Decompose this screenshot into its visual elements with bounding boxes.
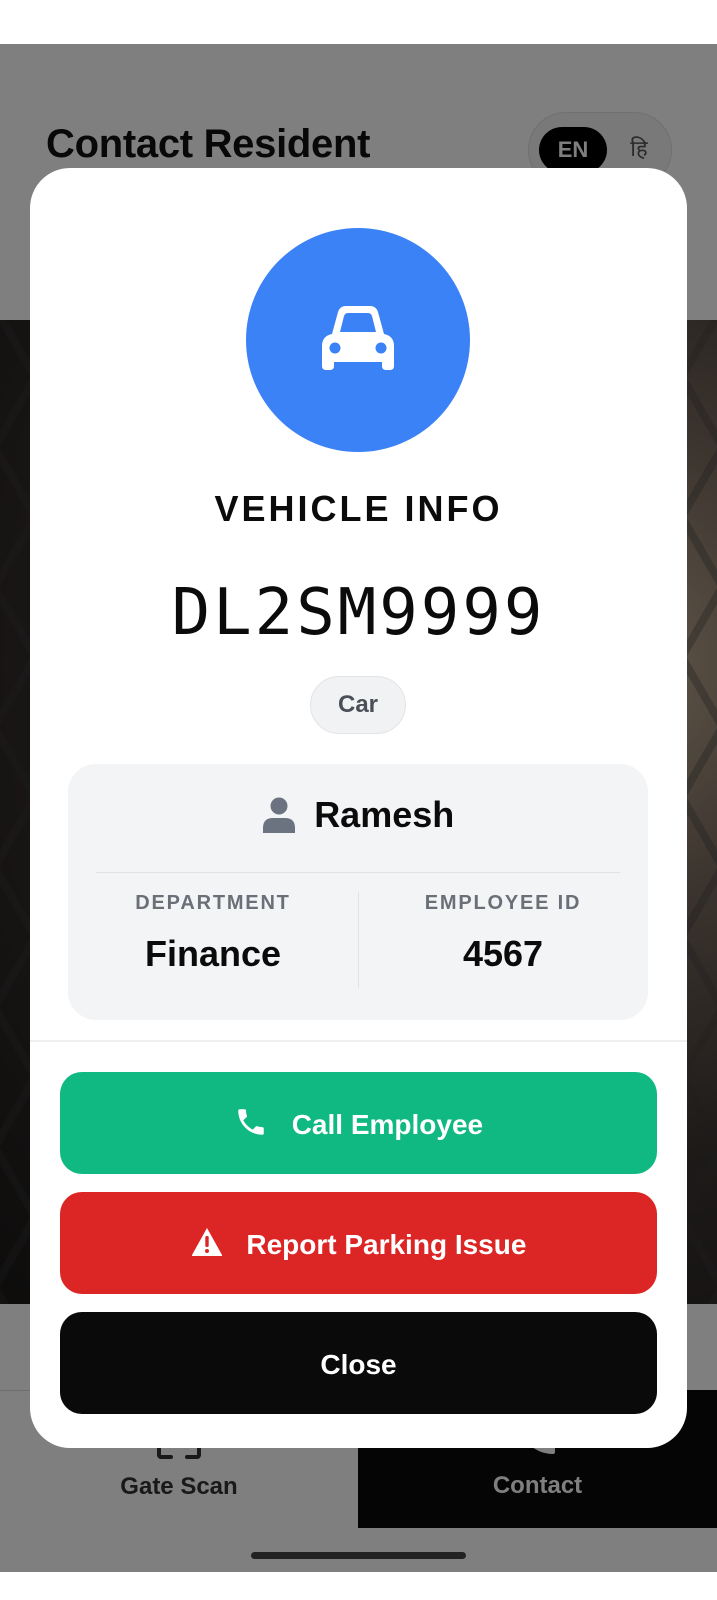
close-button[interactable]: Close: [60, 1312, 657, 1414]
call-employee-label: Call Employee: [291, 1108, 484, 1140]
phone-icon: [238, 1108, 264, 1135]
call-employee-button[interactable]: Call Employee: [60, 1072, 657, 1174]
employee-id-label: EMPLOYEE ID: [424, 892, 582, 914]
license-plate-number: DL2SM9999: [171, 576, 546, 650]
department-label: DEPARTMENT: [135, 892, 291, 914]
employee-id-field: EMPLOYEE ID 4567: [358, 892, 648, 975]
department-value: Finance: [144, 933, 282, 974]
card-divider: [96, 872, 620, 873]
car-icon: [322, 306, 394, 370]
person-icon: [262, 797, 295, 833]
report-parking-issue-label: Report Parking Issue: [246, 1228, 527, 1260]
owner-row: Ramesh: [68, 794, 648, 850]
employee-id-value: 4567: [462, 933, 544, 974]
status-bar: [0, 0, 717, 44]
vehicle-type-badge: Car: [310, 676, 406, 734]
close-label: Close: [320, 1348, 397, 1380]
vehicle-info-modal: VEHICLE INFO DL2SM9999 Car Ramesh DEPART…: [30, 168, 687, 1448]
modal-divider: [30, 1040, 687, 1042]
modal-heading: VEHICLE INFO: [214, 488, 503, 529]
owner-name: Ramesh: [314, 794, 455, 835]
department-field: DEPARTMENT Finance: [68, 892, 358, 975]
owner-info-card: Ramesh DEPARTMENT Finance EMPLOYEE ID 45…: [68, 764, 648, 1020]
warning-icon: [191, 1227, 222, 1256]
vehicle-avatar: [246, 228, 470, 452]
report-parking-issue-button[interactable]: Report Parking Issue: [60, 1192, 657, 1294]
